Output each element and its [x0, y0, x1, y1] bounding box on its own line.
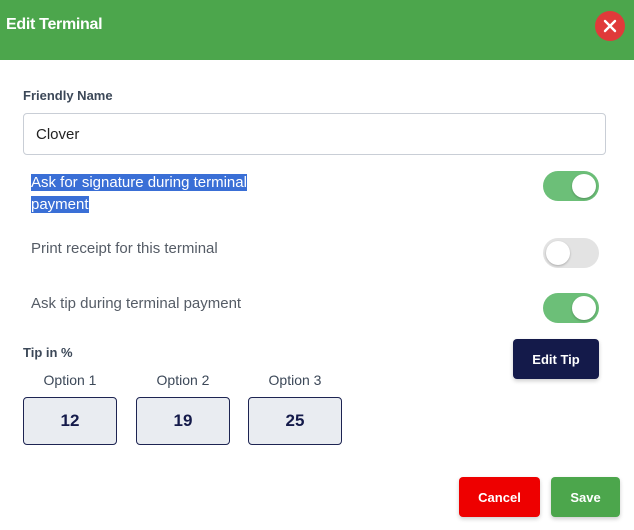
- tip-section-title: Tip in %: [23, 345, 73, 360]
- signature-toggle[interactable]: [543, 171, 599, 201]
- ask-tip-toggle[interactable]: [543, 293, 599, 323]
- tip-option-3-input[interactable]: [248, 397, 342, 445]
- close-button[interactable]: [595, 11, 625, 41]
- ask-tip-label: Ask tip during terminal payment: [31, 295, 242, 312]
- cancel-button[interactable]: Cancel: [459, 477, 540, 517]
- dialog-title: Edit Terminal: [6, 16, 103, 33]
- tip-option-3-label: Option 3: [268, 372, 322, 388]
- friendly-name-label: Friendly Name: [23, 88, 113, 103]
- signature-setting-line2: payment: [31, 196, 89, 213]
- toggle-knob: [572, 174, 596, 198]
- dialog-header: Edit Terminal: [0, 0, 634, 60]
- tip-option-2-label: Option 2: [156, 372, 210, 388]
- toggle-knob: [572, 296, 596, 320]
- tip-option-1-input[interactable]: [23, 397, 117, 445]
- print-receipt-label: Print receipt for this terminal: [31, 240, 218, 257]
- signature-setting-label: Ask for signature during terminal paymen…: [31, 172, 271, 216]
- signature-setting-line1: Ask for signature during terminal: [31, 174, 247, 191]
- tip-option-1-label: Option 1: [43, 372, 97, 388]
- toggle-knob: [546, 241, 570, 265]
- tip-option-2-input[interactable]: [136, 397, 230, 445]
- edit-tip-button[interactable]: Edit Tip: [513, 339, 599, 379]
- friendly-name-input[interactable]: [23, 113, 606, 155]
- save-button[interactable]: Save: [551, 477, 620, 517]
- close-icon: [603, 19, 617, 33]
- print-receipt-toggle[interactable]: [543, 238, 599, 268]
